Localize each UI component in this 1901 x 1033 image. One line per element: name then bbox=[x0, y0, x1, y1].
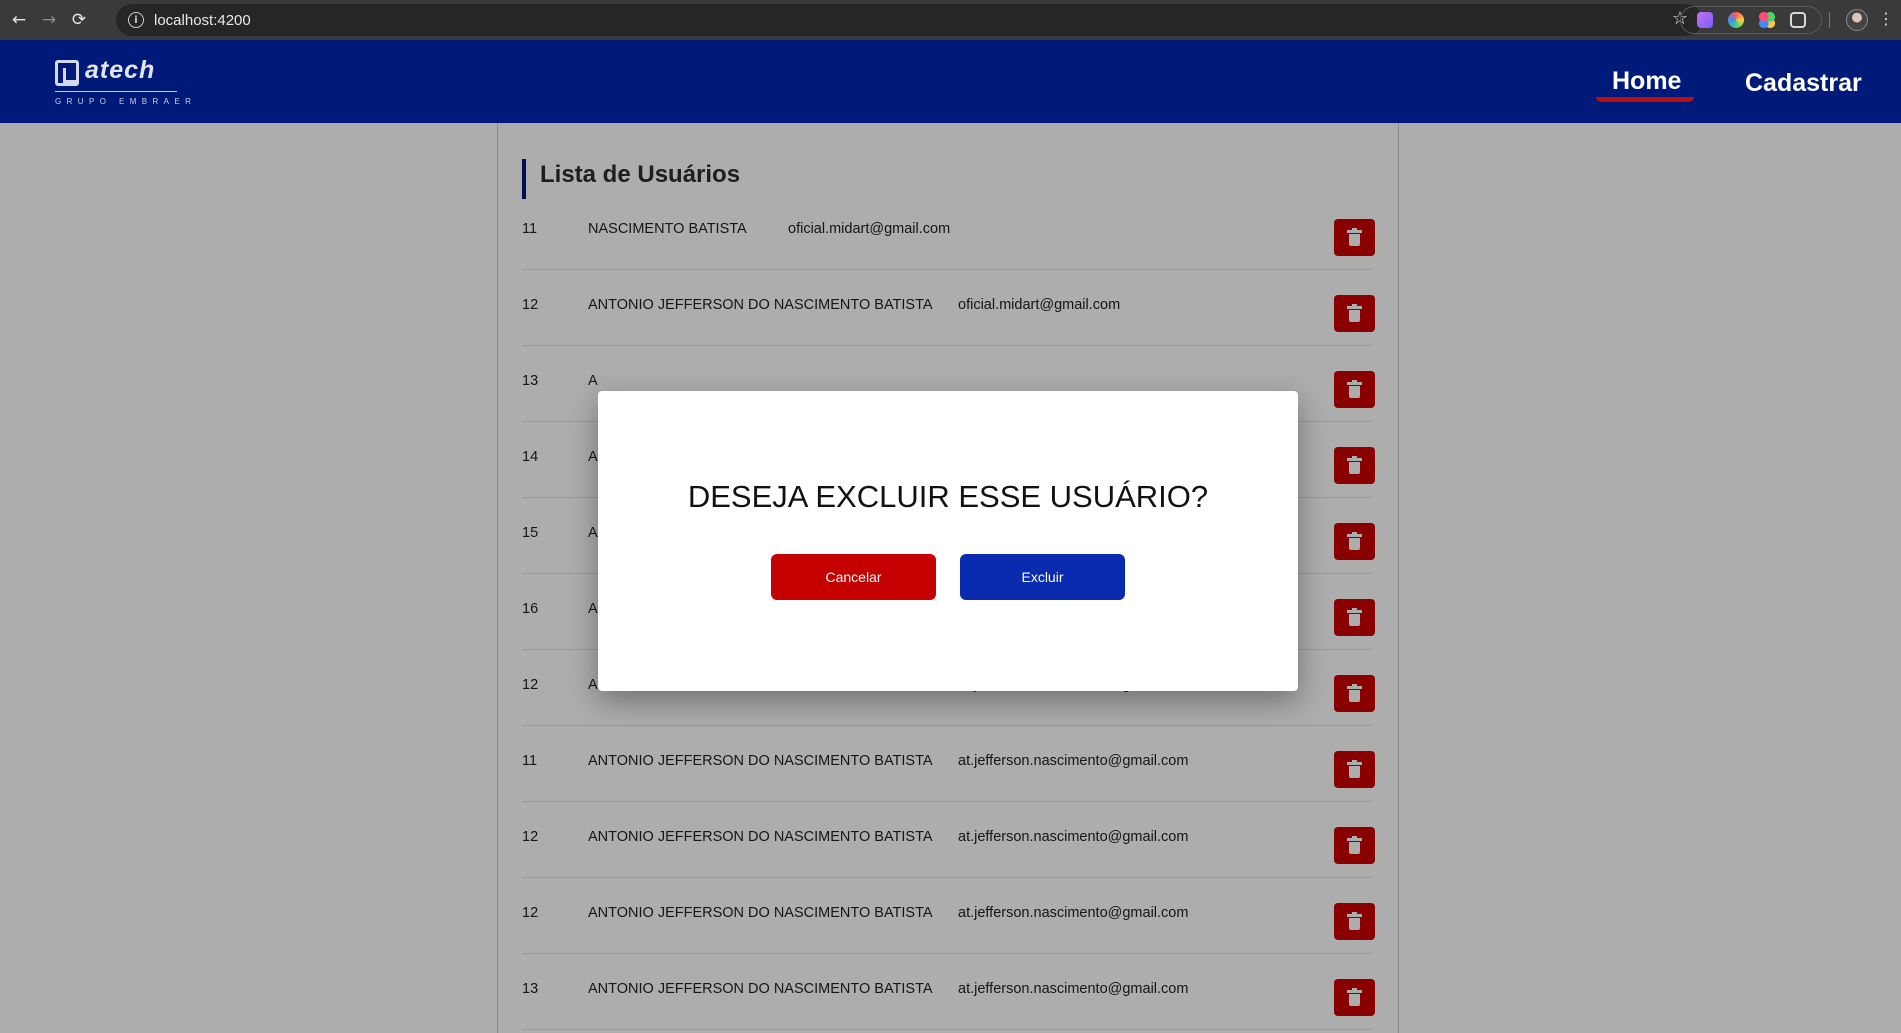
forward-icon[interactable]: → bbox=[36, 7, 62, 33]
logo-mark-icon bbox=[55, 60, 79, 86]
reload-icon[interactable]: ⟳ bbox=[66, 7, 92, 33]
url-text[interactable]: localhost:4200 bbox=[154, 12, 251, 29]
browser-toolbar: ← → ⟳ i localhost:4200 ☆ ⋮ bbox=[0, 0, 1901, 40]
excluir-button[interactable]: Excluir bbox=[960, 554, 1125, 600]
atech-logo[interactable]: atech GRUPO EMBRAER bbox=[55, 56, 191, 110]
nav-cadastrar-link[interactable]: Cadastrar bbox=[1745, 69, 1862, 98]
delete-confirm-dialog: DESEJA EXCLUIR ESSE USUÁRIO? Cancelar Ex… bbox=[598, 391, 1298, 691]
address-bar[interactable]: i localhost:4200 ☆ bbox=[116, 4, 1702, 36]
logo-subtitle: GRUPO EMBRAER bbox=[55, 97, 197, 106]
extension-icon[interactable] bbox=[1758, 12, 1775, 28]
browser-menu-icon[interactable]: ⋮ bbox=[1878, 9, 1894, 28]
toolbar-divider bbox=[1829, 12, 1830, 28]
nav-home-link[interactable]: Home bbox=[1612, 67, 1681, 96]
extensions-group bbox=[1680, 6, 1822, 34]
cancel-button[interactable]: Cancelar bbox=[771, 554, 936, 600]
site-info-icon[interactable]: i bbox=[128, 12, 144, 28]
extension-icon[interactable] bbox=[1727, 12, 1744, 28]
extensions-puzzle-icon[interactable] bbox=[1789, 12, 1806, 28]
logo-divider bbox=[55, 91, 177, 92]
logo-text: atech bbox=[85, 56, 156, 84]
dialog-title: DESEJA EXCLUIR ESSE USUÁRIO? bbox=[687, 479, 1209, 514]
nav-active-indicator bbox=[1596, 97, 1694, 102]
back-icon[interactable]: ← bbox=[6, 7, 32, 33]
profile-avatar[interactable] bbox=[1846, 9, 1868, 31]
extension-icon[interactable] bbox=[1696, 12, 1713, 28]
